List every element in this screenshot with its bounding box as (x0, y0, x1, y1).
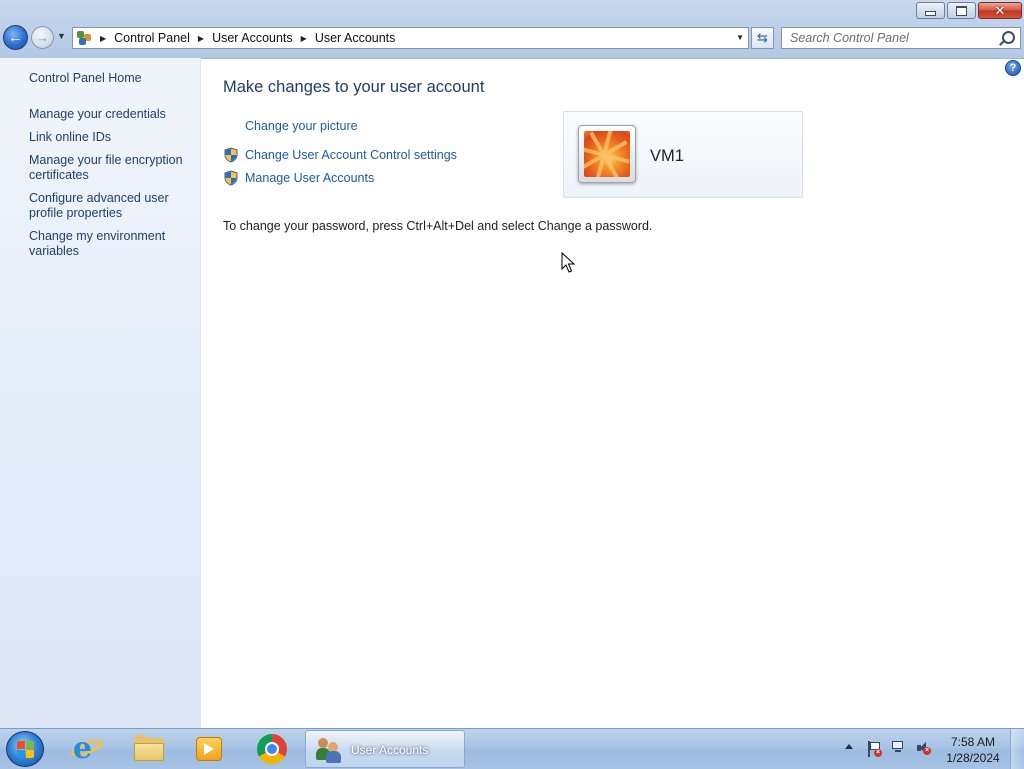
media-player-icon[interactable] (193, 733, 225, 765)
breadcrumb-separator-icon[interactable]: ▶ (198, 34, 204, 43)
task-change-picture-label[interactable]: Change your picture (245, 119, 358, 133)
back-button[interactable]: ← (3, 25, 28, 50)
chrome-icon[interactable] (256, 733, 288, 765)
breadcrumb-control-panel[interactable]: Control Panel (114, 31, 190, 45)
uac-shield-icon (223, 170, 239, 186)
show-desktop-button[interactable] (1010, 729, 1024, 769)
task-manage-user-accounts[interactable]: Manage User Accounts (223, 169, 374, 187)
clock-date: 1/28/2024 (946, 751, 1000, 765)
user-accounts-icon (316, 737, 342, 763)
taskbar: e User Accounts × × 7:58 AM 1/28/2024 (0, 728, 1024, 769)
minimize-button[interactable] (916, 2, 945, 19)
forward-button[interactable]: → (31, 26, 54, 49)
task-manage-user-accounts-label[interactable]: Manage User Accounts (245, 171, 374, 185)
page-title: Make changes to your user account (223, 78, 485, 96)
start-button[interactable] (6, 731, 44, 767)
close-icon: ✕ (994, 3, 1006, 18)
windows-explorer-icon[interactable] (133, 733, 165, 765)
recent-pages-dropdown[interactable]: ▼ (57, 31, 66, 41)
address-bar[interactable]: ▶ Control Panel ▶ User Accounts ▶ User A… (72, 27, 749, 49)
network-icon[interactable] (892, 741, 906, 755)
restore-icon (956, 5, 967, 16)
sidebar-item-environment-variables[interactable]: Change my environment variables (29, 229, 194, 259)
close-button[interactable]: ✕ (978, 2, 1022, 19)
refresh-icon: ⇆ (757, 30, 768, 45)
search-icon[interactable] (1002, 31, 1015, 44)
sidebar-item-advanced-profile-properties[interactable]: Configure advanced user profile properti… (29, 191, 194, 221)
task-change-uac-settings-label[interactable]: Change User Account Control settings (245, 148, 457, 162)
password-instruction: To change your password, press Ctrl+Alt+… (223, 219, 653, 233)
search-box[interactable] (781, 27, 1021, 49)
window-controls: ✕ (916, 2, 1022, 19)
action-center-flag-icon[interactable]: × (867, 741, 882, 757)
account-name: VM1 (650, 147, 684, 165)
control-panel-icon (76, 30, 92, 46)
mouse-pointer-icon (561, 252, 575, 273)
user-account-card: VM1 (563, 111, 803, 198)
task-change-picture[interactable]: Change your picture (223, 117, 358, 135)
taskbar-button-label: User Accounts (351, 743, 429, 757)
volume-muted-icon[interactable]: × (916, 741, 931, 755)
help-icon[interactable]: ? (1005, 60, 1021, 76)
sidebar-item-link-online-ids[interactable]: Link online IDs (29, 130, 194, 145)
system-clock[interactable]: 7:58 AM 1/28/2024 (940, 734, 1006, 766)
user-avatar (578, 125, 636, 183)
forward-arrow-icon: → (36, 30, 49, 45)
breadcrumb-user-accounts-current[interactable]: User Accounts (315, 31, 396, 45)
taskbar-user-accounts-button[interactable]: User Accounts (305, 730, 465, 768)
window-chrome: ✕ ← → ▼ ▶ Control Panel ▶ User Accounts … (0, 0, 1024, 59)
left-navigation-pane: Control Panel Home Manage your credentia… (0, 58, 201, 728)
sidebar-item-file-encryption-certificates[interactable]: Manage your file encryption certificates (29, 153, 194, 183)
breadcrumb-separator-icon[interactable]: ▶ (100, 34, 106, 43)
breadcrumb-separator-icon[interactable]: ▶ (301, 34, 307, 43)
refresh-button[interactable]: ⇆ (751, 27, 774, 49)
minimize-icon (925, 11, 936, 16)
internet-explorer-icon[interactable]: e (68, 733, 106, 765)
restore-button[interactable] (947, 2, 976, 19)
windows-logo-icon (17, 741, 34, 758)
back-arrow-icon: ← (8, 29, 23, 46)
task-change-uac-settings[interactable]: Change User Account Control settings (223, 146, 457, 164)
show-hidden-icons-button[interactable] (845, 744, 853, 749)
uac-shield-icon (223, 147, 239, 163)
search-input[interactable] (782, 28, 1005, 48)
flower-picture-icon (584, 131, 630, 177)
address-dropdown-icon[interactable]: ▼ (736, 33, 744, 42)
sidebar-control-panel-home[interactable]: Control Panel Home (29, 71, 194, 86)
breadcrumb-user-accounts[interactable]: User Accounts (212, 31, 293, 45)
mute-badge-icon: × (923, 747, 931, 755)
error-badge-icon: × (874, 749, 882, 757)
sidebar-item-manage-credentials[interactable]: Manage your credentials (29, 107, 194, 122)
clock-time: 7:58 AM (950, 735, 996, 749)
